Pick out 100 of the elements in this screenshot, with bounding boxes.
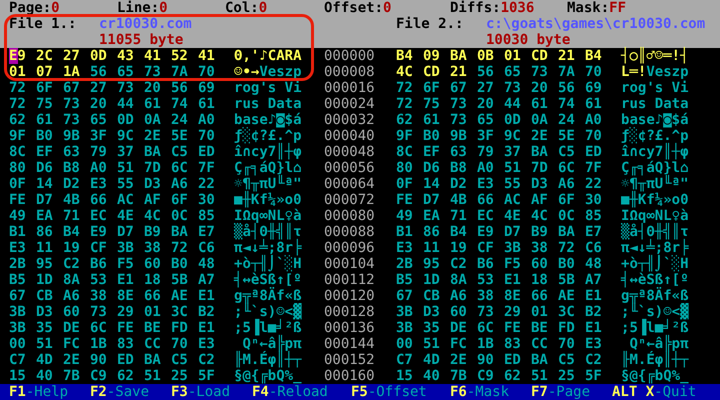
hex-byte: 2E: [63, 352, 80, 368]
ascii-text: ƒ░¢?£.^p: [234, 128, 302, 144]
ascii-text: î∩cy7║┼φ: [621, 144, 690, 160]
shortcut-button[interactable]: F1-Help: [9, 384, 68, 400]
offset-cell-text: 000016: [324, 80, 376, 96]
offset-cell-text: 000048: [324, 144, 376, 160]
ascii-text: IΩq∞NL♀à: [621, 208, 690, 224]
shortcut-button[interactable]: F3-Load: [171, 384, 230, 400]
status-label: Offset:: [324, 0, 384, 16]
hex-byte: 72: [396, 96, 413, 112]
hex-byte: 4B: [450, 192, 467, 208]
hex-byte: BE: [531, 320, 548, 336]
hex-byte: 6F: [171, 192, 188, 208]
hex-byte: 6C: [558, 160, 575, 176]
hex-byte: 72: [9, 96, 26, 112]
hex-byte: 71: [450, 208, 467, 224]
hex-byte: 3F: [477, 128, 494, 144]
hex-byte: 51: [531, 368, 548, 384]
shortcut-button[interactable]: F7-Page: [531, 384, 590, 400]
ascii-text: ☼¶╥πU╙ª": [621, 176, 690, 192]
hex-byte: 65: [504, 64, 521, 80]
hex-byte: C2: [63, 256, 80, 272]
hex-byte: 7A: [558, 64, 575, 80]
hex-byte: BA: [144, 144, 161, 160]
hex-byte: D3: [36, 304, 53, 320]
hex-byte: 5E: [558, 128, 575, 144]
hex-byte: 60: [144, 256, 161, 272]
hex-byte: 48: [585, 256, 602, 272]
hex-byte: 8C: [9, 144, 26, 160]
hex-byte: B1: [396, 224, 413, 240]
hex-byte: B5: [9, 272, 26, 288]
hex-byte: 1D: [36, 272, 53, 288]
hex-byte: 38: [90, 288, 107, 304]
hex-byte: 3B: [396, 320, 413, 336]
hex-byte: E9: [477, 224, 494, 240]
hex-byte: 70: [585, 64, 602, 80]
hex-byte: 38: [531, 240, 548, 256]
hex-byte: 9F: [9, 128, 26, 144]
ascii-text: g╦ª8Äf«ß: [621, 288, 690, 304]
file-label: File 2.:: [396, 16, 464, 32]
hex-byte: 73: [531, 64, 548, 80]
hex-byte: 24: [558, 112, 575, 128]
file-name: cr10030.com: [99, 16, 193, 32]
hex-byte: 80: [9, 160, 26, 176]
ascii-text: ▒å┤Θ╫╣║τ: [621, 224, 688, 240]
hex-byte: FE: [396, 192, 413, 208]
offset-cell-text: 000160: [324, 368, 376, 384]
ascii-text: ╡↔èSß↑[º: [621, 272, 690, 288]
hex-byte: 62: [396, 112, 413, 128]
hex-byte: 21: [558, 48, 575, 64]
hex-byte: B4: [396, 48, 413, 64]
hex-byte: 62: [9, 112, 26, 128]
hex-byte: D6: [423, 160, 440, 176]
hex-byte: 8E: [117, 288, 134, 304]
hex-byte: 73: [63, 112, 80, 128]
hex-byte: 72: [171, 240, 188, 256]
shortcut-button[interactable]: F4-Reload: [252, 384, 328, 400]
hex-byte: 18: [531, 272, 548, 288]
hex-byte: 2E: [144, 128, 161, 144]
hex-byte: 51: [423, 336, 440, 352]
hex-byte: 74: [558, 96, 575, 112]
hex-byte: 61: [198, 96, 215, 112]
hex-byte: B4: [450, 224, 467, 240]
offset-cell-text: 000096: [324, 240, 376, 256]
hex-byte: 38: [144, 240, 161, 256]
hex-byte: 86: [36, 224, 53, 240]
shortcut-button[interactable]: ALT X-Quit: [612, 384, 696, 400]
hex-byte: 60: [63, 304, 80, 320]
status-value: 1036: [500, 0, 534, 16]
hex-byte: 73: [450, 112, 467, 128]
hex-byte: B4: [63, 224, 80, 240]
ascii-text: +ò┬╢⌡`░H: [621, 256, 688, 272]
shortcut-button[interactable]: F2-Save: [90, 384, 150, 400]
hex-byte: E3: [90, 176, 107, 192]
hex-byte: 56: [171, 80, 188, 96]
hex-byte: 65: [117, 64, 134, 80]
hex-byte: 24: [171, 112, 188, 128]
hex-byte: BA: [531, 144, 548, 160]
hex-byte: 73: [477, 304, 494, 320]
shortcut-button[interactable]: F6-Mask: [450, 384, 510, 400]
hex-byte: 51: [36, 336, 53, 352]
hex-byte: 62: [504, 368, 521, 384]
shortcut-button[interactable]: F5-Offset: [351, 384, 427, 400]
hex-byte: E3: [477, 176, 494, 192]
hex-byte: 40: [423, 368, 440, 384]
ascii-text: Qⁿ←â╠pπ: [242, 336, 302, 352]
hex-byte: 56: [90, 64, 107, 80]
hex-byte: 70: [585, 128, 602, 144]
hex-byte: 67: [396, 288, 413, 304]
hex-byte: 70: [198, 128, 215, 144]
hex-byte: CD: [423, 64, 440, 80]
hex-byte: B0: [558, 256, 575, 272]
ascii-text: Ç╓╕áQ}l⌂: [621, 160, 690, 176]
hex-byte: 25: [171, 368, 188, 384]
hex-byte: 0D: [504, 112, 521, 128]
hex-byte: EC: [90, 208, 107, 224]
hex-byte: 80: [396, 160, 413, 176]
hex-byte: D2: [63, 176, 80, 192]
hex-byte: B0: [36, 128, 53, 144]
hex-byte: 27: [63, 48, 80, 64]
